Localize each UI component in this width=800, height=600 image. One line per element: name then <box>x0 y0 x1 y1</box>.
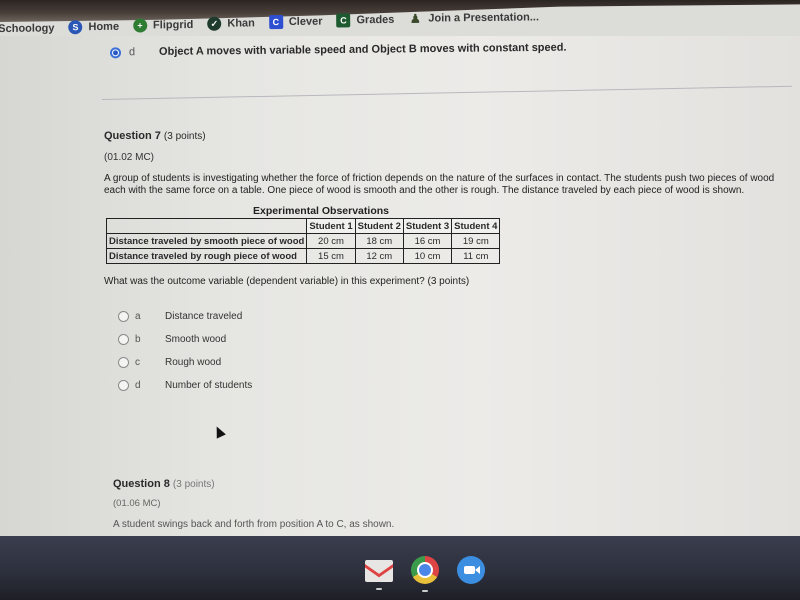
question-prompt: What was the outcome variable (dependent… <box>104 276 470 287</box>
table-cell: 18 cm <box>354 233 404 249</box>
bookmark-label: Clever <box>288 15 323 28</box>
table-cell: 10 cm <box>402 248 453 264</box>
bookmark-join-presentation[interactable]: ♟ Join a Presentation... <box>408 10 539 25</box>
bookmark-label: Grades <box>356 13 395 27</box>
bookmark-grades[interactable]: C Grades <box>336 13 394 28</box>
bookmark-khan[interactable]: ✓ Khan <box>207 16 255 31</box>
option-text: Smooth wood <box>165 334 227 345</box>
bookmark-flipgrid[interactable]: + Flipgrid <box>132 18 194 33</box>
question-title: Question 8 (3 points) <box>113 478 793 490</box>
table-cell: 15 cm <box>306 248 356 264</box>
running-indicator <box>376 588 382 590</box>
bookmark-label: Home <box>88 20 120 34</box>
option-letter: c <box>135 357 140 368</box>
table-cell: 20 cm <box>306 233 356 249</box>
bookmarks-bar: Schoology S Home + Flipgrid ✓ Khan C Cle… <box>0 0 800 40</box>
gmail-icon[interactable] <box>365 560 393 590</box>
bookmark-label: Schoology <box>0 22 55 36</box>
question-number: Question 8 <box>113 478 170 490</box>
taskbar-shelf <box>0 536 800 600</box>
question-body: A group of students is investigating whe… <box>104 173 775 196</box>
row-label: Distance traveled by rough piece of wood <box>105 248 308 264</box>
option-letter: a <box>135 311 141 322</box>
previous-question-selected-option[interactable]: d Object A moves with variable speed and… <box>109 41 567 59</box>
schoology-s-icon: S <box>68 20 83 35</box>
question-divider <box>101 85 792 100</box>
bookmark-home[interactable]: S Home <box>68 20 119 35</box>
question-points: (3 points) <box>163 131 206 142</box>
radio-button[interactable] <box>118 357 129 368</box>
observations-table: Student 1 Student 2 Student 3 Student 4 … <box>105 218 501 264</box>
khan-academy-icon: ✓ <box>207 16 222 31</box>
radio-button[interactable] <box>118 380 129 391</box>
table-cell: 11 cm <box>451 248 501 264</box>
table-cell: 12 cm <box>354 248 404 264</box>
option-letter: d <box>135 380 141 391</box>
clever-icon: C <box>268 15 283 30</box>
bookmark-schoology[interactable]: Schoology <box>0 22 55 35</box>
option-text: Rough wood <box>165 357 222 368</box>
option-text: Object A moves with variable speed and O… <box>158 41 567 58</box>
table-header-empty <box>105 218 308 234</box>
radio-selected[interactable] <box>109 46 122 58</box>
table-header: Student 3 <box>402 218 453 234</box>
flipgrid-plus-icon: + <box>132 18 148 33</box>
question-body: A student swings back and forth from pos… <box>113 519 395 530</box>
table-row: Distance traveled by rough piece of wood… <box>105 248 501 264</box>
pinned-apps <box>365 556 485 592</box>
table-header: Student 4 <box>451 218 501 234</box>
chrome-icon[interactable] <box>411 556 439 592</box>
nearpod-icon: ♟ <box>409 11 421 26</box>
option-text: Distance traveled <box>165 311 243 322</box>
radio-button[interactable] <box>118 334 129 345</box>
mouse-cursor-icon <box>212 424 226 439</box>
question-8: Question 8 (3 points) (01.06 MC) A stude… <box>113 478 793 531</box>
question-7: Question 7 (3 points) (01.02 MC) A group… <box>104 130 794 397</box>
option-c[interactable]: c Rough wood <box>118 351 794 374</box>
radio-button[interactable] <box>118 311 129 322</box>
table-caption: Experimental Observations <box>253 205 389 217</box>
table-cell: 16 cm <box>402 233 453 249</box>
option-letter: b <box>135 334 141 345</box>
table-cell: 19 cm <box>451 233 501 249</box>
bookmark-label: Join a Presentation... <box>428 11 540 25</box>
bookmark-label: Flipgrid <box>152 18 194 32</box>
zoom-icon[interactable] <box>457 556 485 584</box>
table-header: Student 2 <box>354 218 404 234</box>
table-header-row: Student 1 Student 2 Student 3 Student 4 <box>105 218 501 234</box>
observations-table-wrapper: Experimental Observations Student 1 Stud… <box>105 205 506 264</box>
option-letter: d <box>128 46 136 59</box>
row-label: Distance traveled by smooth piece of woo… <box>105 233 308 249</box>
option-d[interactable]: d Number of students <box>118 374 794 397</box>
bookmark-label: Khan <box>227 17 255 30</box>
answer-options: a Distance traveled b Smooth wood c Roug… <box>118 305 794 397</box>
option-b[interactable]: b Smooth wood <box>118 328 794 351</box>
grades-icon: C <box>336 13 351 28</box>
bookmark-clever[interactable]: C Clever <box>268 15 323 30</box>
quiz-page: d Object A moves with variable speed and… <box>0 36 800 536</box>
question-code: (01.02 MC) <box>104 152 155 163</box>
option-text: Number of students <box>165 380 253 391</box>
option-a[interactable]: a Distance traveled <box>118 305 794 328</box>
table-row: Distance traveled by smooth piece of woo… <box>105 233 501 249</box>
question-points: (3 points) <box>172 479 215 490</box>
question-number: Question 7 <box>104 130 161 142</box>
question-code: (01.06 MC) <box>113 498 161 509</box>
question-title: Question 7 (3 points) <box>104 130 794 142</box>
table-header: Student 1 <box>306 218 356 234</box>
running-indicator <box>422 590 428 592</box>
